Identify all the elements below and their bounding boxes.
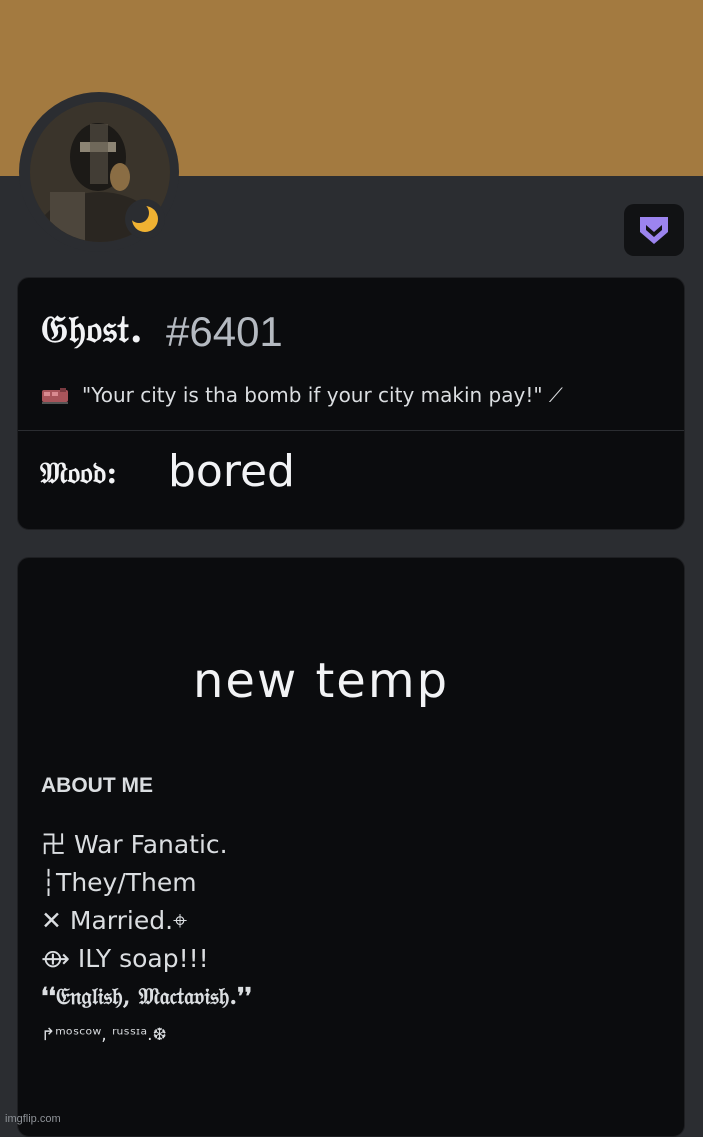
hypesquad-badge[interactable]	[624, 204, 684, 256]
mood-value: bored	[168, 446, 295, 497]
idle-moon-icon	[129, 203, 159, 233]
about-line: 卍 War Fanatic.	[41, 830, 228, 859]
train-emoji-icon	[42, 388, 68, 404]
temp-label: new temp	[193, 653, 450, 709]
display-name: 𝔊𝔥𝔬𝔰𝔱.	[41, 306, 144, 351]
about-line: ↱ᵐᵒˢᶜᵒʷ, ʳᵘˢˢᶦᵃ.❆	[41, 1025, 167, 1045]
about-line: ⟴ ILY soap!!!	[41, 944, 209, 973]
custom-status-text: "Your city is tha bomb if your city maki…	[82, 383, 563, 407]
mood-label: 𝔐𝔬𝔬𝔡:	[40, 456, 118, 491]
profile-identity-card: 𝔊𝔥𝔬𝔰𝔱. #6401 "Your city is tha bomb if y…	[17, 277, 685, 530]
custom-status: "Your city is tha bomb if your city maki…	[40, 383, 563, 407]
about-line: ✕ Married.⌖	[41, 906, 188, 935]
about-me-text: 卍 War Fanatic. ┆They/Them ✕ Married.⌖ ⟴ …	[41, 826, 252, 1054]
discriminator: #6401	[166, 308, 283, 355]
about-line: ❛❛𝔈𝔫𝔤𝔩𝔦𝔰𝔥, 𝔐𝔞𝔠𝔱𝔞𝔳𝔦𝔰𝔥.❜❜	[41, 983, 253, 1010]
about-me-heading: ABOUT ME	[41, 774, 153, 797]
hypesquad-icon	[640, 217, 668, 244]
about-line: ┆They/Them	[41, 868, 197, 897]
about-card: new temp ABOUT ME 卍 War Fanatic. ┆They/T…	[17, 557, 685, 1137]
divider	[18, 430, 684, 431]
watermark: imgflip.com	[5, 1113, 61, 1125]
